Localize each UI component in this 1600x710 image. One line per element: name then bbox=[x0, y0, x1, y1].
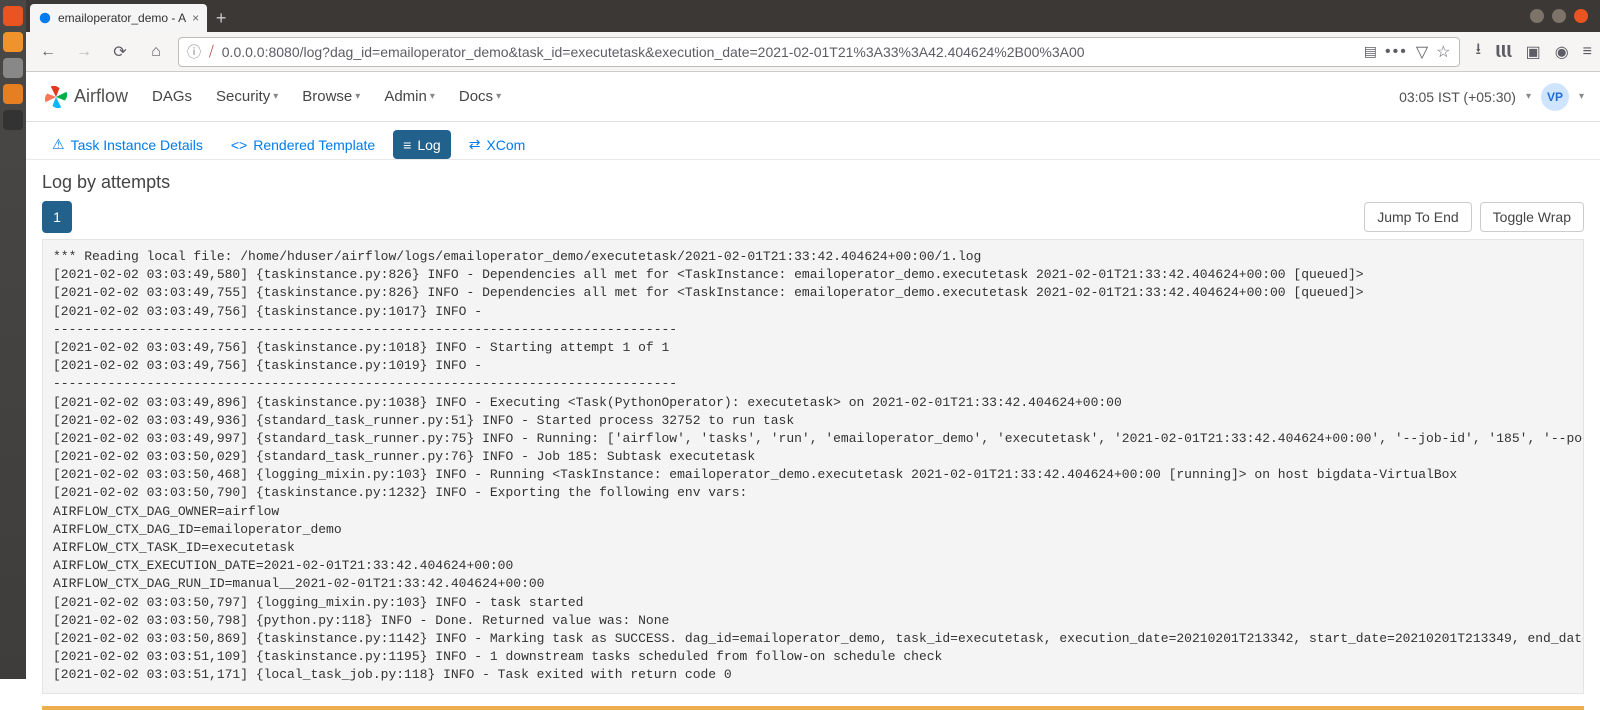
airflow-logo[interactable]: Airflow bbox=[42, 83, 128, 111]
tab-xcom[interactable]: ⇄XCom bbox=[459, 130, 536, 159]
launcher-icon[interactable] bbox=[3, 6, 23, 26]
downloads-icon[interactable]: ⭳ bbox=[1476, 38, 1482, 65]
pinwheel-icon bbox=[42, 83, 70, 111]
nav-admin[interactable]: Admin▾ bbox=[384, 88, 435, 105]
insecure-icon: ⧸ bbox=[209, 43, 214, 60]
close-icon[interactable]: × bbox=[192, 11, 199, 25]
chevron-down-icon: ▾ bbox=[496, 91, 501, 102]
reload-button[interactable]: ⟳ bbox=[106, 38, 134, 66]
url-text: 0.0.0.0:8080/log?dag_id=emailoperator_de… bbox=[222, 44, 1085, 60]
list-icon: ≡ bbox=[403, 137, 411, 153]
reader-icon[interactable]: ▤ bbox=[1364, 43, 1377, 60]
chevron-down-icon[interactable]: ▾ bbox=[1526, 91, 1531, 102]
os-launcher[interactable] bbox=[0, 0, 26, 679]
log-title: Log by attempts bbox=[42, 172, 170, 193]
chevron-down-icon: ▾ bbox=[430, 91, 435, 102]
new-tab-button[interactable]: + bbox=[207, 4, 235, 32]
tab-rendered-template[interactable]: <>Rendered Template bbox=[221, 130, 385, 159]
chevron-down-icon: ▾ bbox=[273, 91, 278, 102]
chevron-down-icon[interactable]: ▾ bbox=[1579, 91, 1584, 102]
browser-toolbar: ← → ⟳ ⌂ ⓘ ⧸ 0.0.0.0:8080/log?dag_id=emai… bbox=[26, 32, 1600, 72]
window-minimize[interactable] bbox=[1530, 9, 1544, 23]
toggle-wrap-button[interactable]: Toggle Wrap bbox=[1480, 202, 1584, 232]
nav-docs[interactable]: Docs▾ bbox=[459, 88, 501, 105]
attempt-button[interactable]: 1 bbox=[42, 201, 72, 233]
nav-browse[interactable]: Browse▾ bbox=[302, 88, 360, 105]
tab-title: emailoperator_demo - A bbox=[58, 11, 186, 25]
tab-task-instance-details[interactable]: ⚠Task Instance Details bbox=[42, 130, 213, 159]
forward-button[interactable]: → bbox=[70, 38, 98, 66]
info-icon[interactable]: ⓘ bbox=[187, 42, 201, 62]
more-icon[interactable]: ••• bbox=[1385, 43, 1408, 61]
pocket-icon[interactable]: ▽ bbox=[1416, 42, 1428, 62]
clock: 03:05 IST (+05:30) bbox=[1399, 89, 1516, 105]
back-button[interactable]: ← bbox=[34, 38, 62, 66]
library-icon[interactable]: 𝗹𝗹𝗹 bbox=[1495, 42, 1511, 62]
window-maximize[interactable] bbox=[1552, 9, 1566, 23]
brand-text: Airflow bbox=[74, 86, 128, 107]
launcher-icon[interactable] bbox=[3, 84, 23, 104]
launcher-icon[interactable] bbox=[3, 58, 23, 78]
log-output: *** Reading local file: /home/hduser/air… bbox=[42, 239, 1584, 694]
nav-security[interactable]: Security▾ bbox=[216, 88, 278, 105]
tab-log[interactable]: ≡Log bbox=[393, 130, 451, 159]
jump-to-end-button[interactable]: Jump To End bbox=[1364, 202, 1471, 232]
launcher-icon[interactable] bbox=[3, 32, 23, 52]
sidebar-icon[interactable]: ▣ bbox=[1526, 42, 1541, 62]
launcher-icon[interactable] bbox=[3, 110, 23, 130]
browser-tab[interactable]: emailoperator_demo - A × bbox=[30, 4, 207, 32]
task-tabs: ⚠Task Instance Details <>Rendered Templa… bbox=[26, 122, 1600, 160]
bookmark-icon[interactable]: ☆ bbox=[1436, 42, 1450, 62]
exchange-icon: ⇄ bbox=[469, 136, 481, 153]
browser-titlebar: emailoperator_demo - A × + bbox=[26, 0, 1600, 32]
airflow-navbar: Airflow DAGs Security▾ Browse▾ Admin▾ Do… bbox=[26, 72, 1600, 122]
menu-icon[interactable]: ≡ bbox=[1583, 43, 1592, 61]
avatar[interactable]: VP bbox=[1541, 83, 1569, 111]
favicon-icon bbox=[38, 11, 52, 25]
home-button[interactable]: ⌂ bbox=[142, 38, 170, 66]
chevron-down-icon: ▾ bbox=[355, 91, 360, 102]
nav-dags[interactable]: DAGs bbox=[152, 88, 192, 105]
code-icon: <> bbox=[231, 137, 247, 153]
url-bar[interactable]: ⓘ ⧸ 0.0.0.0:8080/log?dag_id=emailoperato… bbox=[178, 37, 1460, 67]
progress-bar bbox=[42, 706, 1584, 710]
warning-icon: ⚠ bbox=[52, 136, 65, 153]
window-controls bbox=[1530, 9, 1596, 23]
account-icon[interactable]: ◉ bbox=[1555, 42, 1569, 62]
window-close[interactable] bbox=[1574, 9, 1588, 23]
